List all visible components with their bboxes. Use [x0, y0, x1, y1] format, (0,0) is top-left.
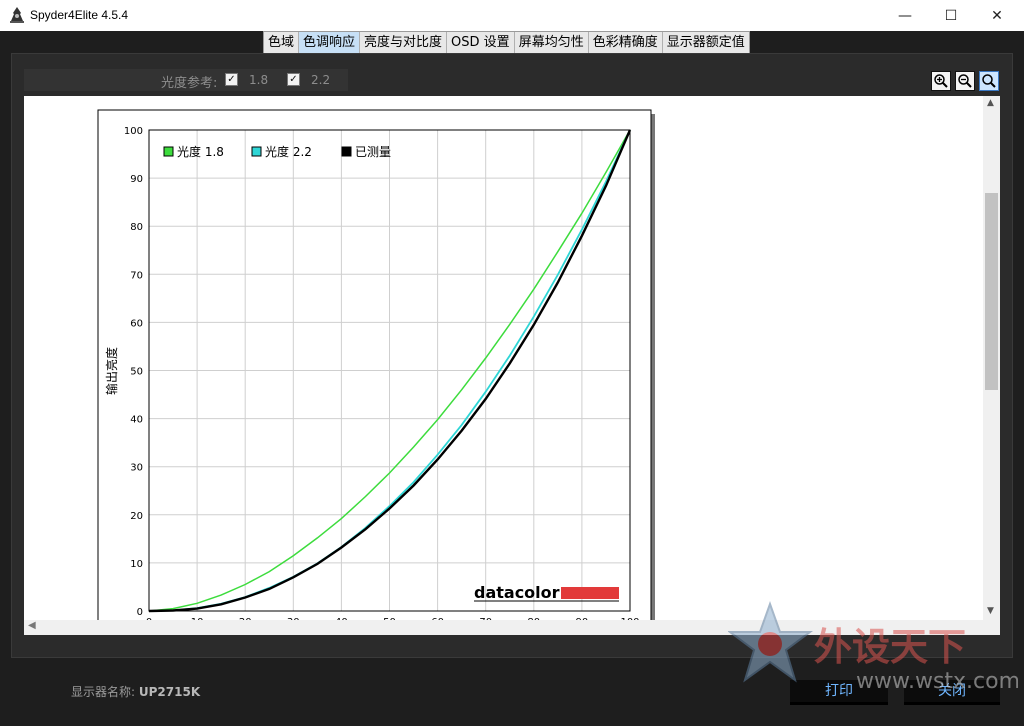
- minimize-button[interactable]: —: [882, 0, 928, 31]
- zoom-out-icon: [958, 74, 972, 88]
- tab-tone-response[interactable]: 色调响应: [299, 32, 361, 54]
- datacolor-logo: datacolor: [474, 583, 560, 602]
- close-window-button[interactable]: ✕: [974, 0, 1020, 31]
- scroll-up-icon[interactable]: ▲: [987, 98, 994, 108]
- monitor-name-label: 显示器名称:: [71, 685, 136, 699]
- legend-swatch: [163, 146, 174, 157]
- chart-legend: 光度 1.8 光度 2.2 已测量: [163, 144, 391, 159]
- title-bar: Spyder4Elite 4.5.4 — ☐ ✕: [0, 0, 1024, 31]
- close-button[interactable]: 关闭: [904, 680, 1000, 702]
- tab-brightness-contrast[interactable]: 亮度与对比度: [360, 32, 448, 54]
- y-tick-label: 80: [130, 222, 143, 233]
- report-tabs: 色域 色调响应 亮度与对比度 OSD 设置 屏幕均匀性 色彩精确度 显示器额定值: [263, 31, 750, 54]
- y-tick-label: 60: [130, 318, 143, 329]
- y-axis-label: 输出亮度: [104, 347, 119, 395]
- horizontal-scrollbar[interactable]: ◀: [24, 620, 1000, 635]
- tab-screen-uniformity[interactable]: 屏幕均匀性: [515, 32, 589, 54]
- tone-response-chart: 0102030405060708090100 01020304050607080…: [97, 109, 655, 620]
- print-button-underline: [790, 702, 888, 705]
- vertical-scroll-thumb[interactable]: [985, 193, 998, 390]
- legend-label: 光度 2.2: [265, 144, 312, 159]
- reference-options: 光度参考: ✓ 1.8 ✓ 2.2: [24, 69, 348, 91]
- minimize-icon: —: [898, 7, 912, 24]
- zoom-in-icon: [934, 74, 948, 88]
- legend-swatch: [341, 146, 352, 157]
- monitor-name: 显示器名称: UP2715K: [71, 683, 200, 700]
- zoom-out-button[interactable]: [955, 71, 975, 91]
- legend-label: 已测量: [355, 145, 391, 159]
- scroll-left-icon[interactable]: ◀: [28, 620, 36, 631]
- close-icon: ✕: [991, 7, 1003, 24]
- y-tick-label: 10: [130, 559, 143, 570]
- legend-label: 光度 1.8: [177, 144, 224, 159]
- chart-frame: [97, 109, 652, 620]
- y-tick-label: 100: [124, 126, 143, 137]
- y-tick-label: 40: [130, 415, 143, 426]
- reference-label: 光度参考:: [161, 76, 218, 91]
- tab-color-accuracy[interactable]: 色彩精确度: [589, 32, 663, 54]
- y-tick-label: 90: [130, 174, 143, 185]
- monitor-name-value: UP2715K: [138, 685, 201, 699]
- y-tick-label: 50: [130, 367, 143, 378]
- y-tick-label: 20: [130, 511, 143, 522]
- tab-gamut[interactable]: 色域: [264, 32, 300, 54]
- zoom-fit-icon: [982, 74, 996, 88]
- scroll-down-icon[interactable]: ▼: [987, 606, 994, 616]
- y-tick-label: 70: [130, 270, 143, 281]
- ref1-value: 1.8: [249, 73, 269, 87]
- legend-swatch: [251, 146, 262, 157]
- window-title: Spyder4Elite 4.5.4: [30, 8, 129, 22]
- tab-display-rating[interactable]: 显示器额定值: [663, 32, 749, 54]
- report-content: 0102030405060708090100 01020304050607080…: [24, 96, 1000, 620]
- zoom-fit-button[interactable]: [979, 71, 999, 91]
- tab-osd-settings[interactable]: OSD 设置: [447, 32, 515, 54]
- ref2-checkbox[interactable]: ✓: [287, 73, 300, 86]
- y-tick-label: 30: [130, 463, 143, 474]
- print-button[interactable]: 打印: [790, 680, 888, 702]
- y-tick-label: 0: [137, 607, 143, 618]
- ref2-value: 2.2: [311, 73, 331, 87]
- maximize-icon: ☐: [944, 7, 958, 24]
- zoom-in-button[interactable]: [931, 71, 951, 91]
- maximize-button[interactable]: ☐: [928, 0, 974, 31]
- spyder-logo-icon: [10, 7, 24, 23]
- datacolor-logo-bar: [561, 587, 619, 599]
- ref1-checkbox[interactable]: ✓: [225, 73, 238, 86]
- close-button-underline: [904, 702, 1000, 705]
